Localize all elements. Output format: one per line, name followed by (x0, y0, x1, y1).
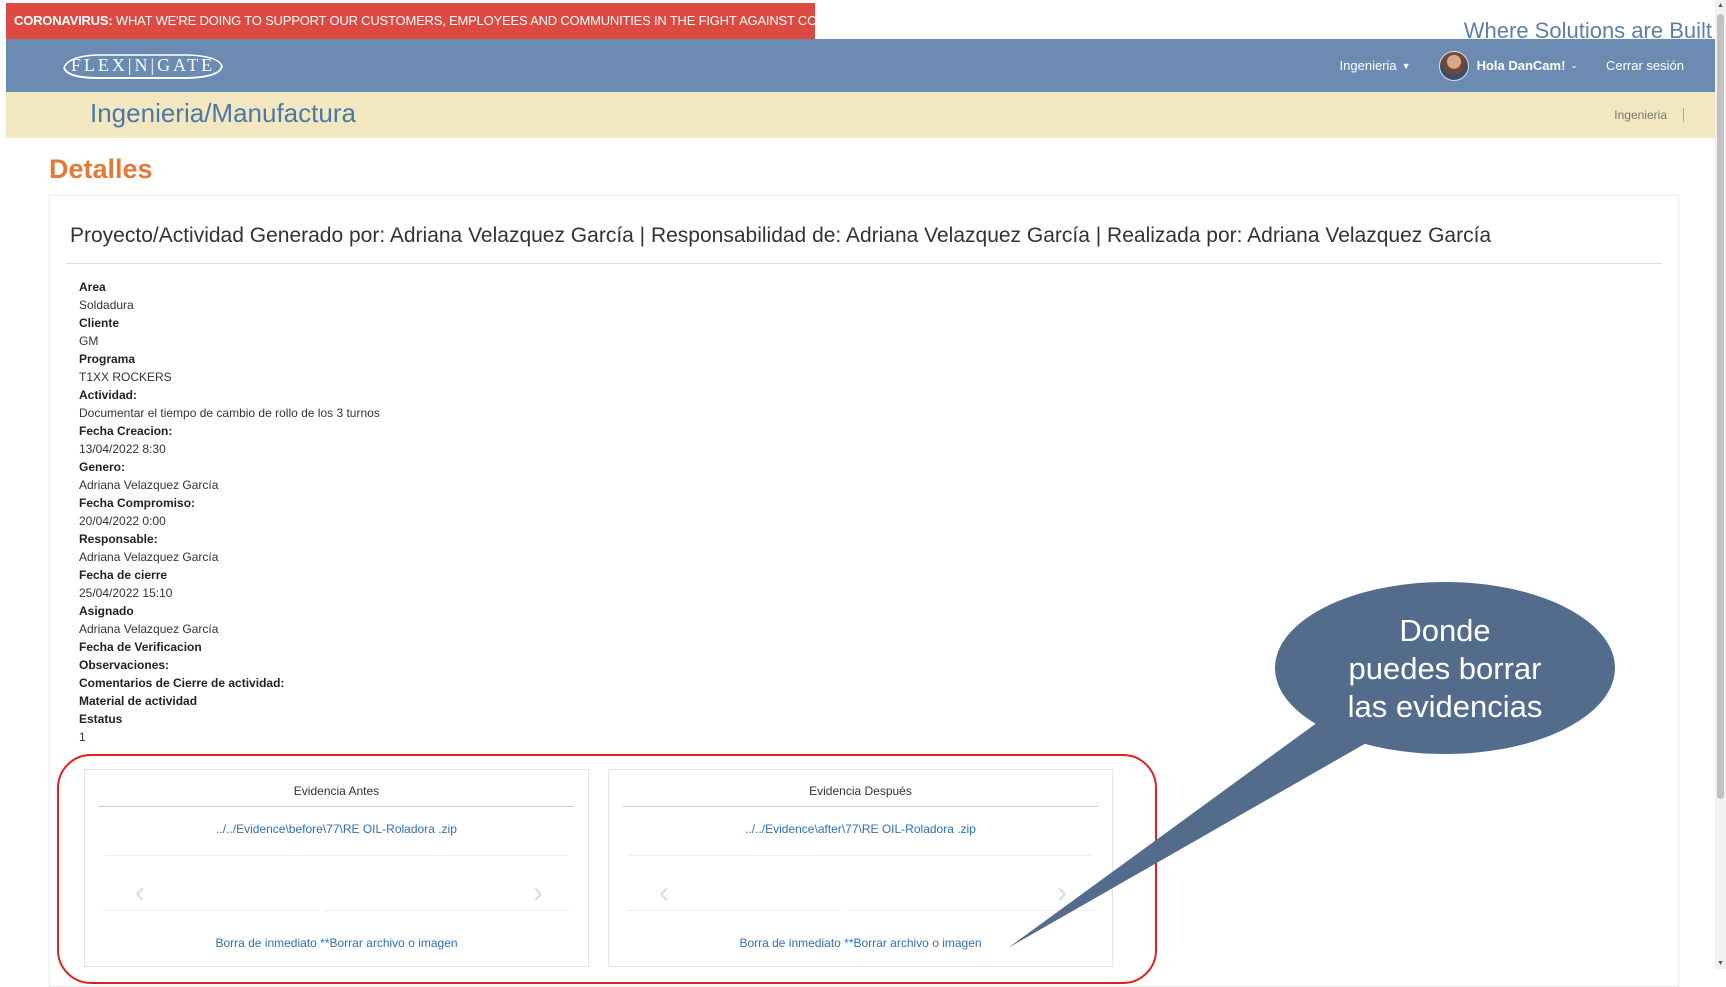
navbar-right: Ingenieria ▼ Hola DanCam! ⌄ Cerrar sesió… (1340, 39, 1720, 92)
field-label: Fecha Creacion: (79, 424, 173, 438)
field-label: Material de actividad (79, 694, 198, 708)
panel-title: Proyecto/Actividad Generado por: Adriana… (70, 224, 1492, 247)
logo-text: FLEX|N|GATE (70, 55, 216, 75)
covid-banner[interactable]: CORONAVIRUS: WHAT WE'RE DOING TO SUPPORT… (6, 3, 815, 39)
field-value: 25/04/2022 15:10 (79, 586, 173, 600)
covid-banner-text: WHAT WE'RE DOING TO SUPPORT OUR CUSTOMER… (115, 13, 815, 28)
highlight-frame (57, 754, 1157, 984)
field-label: Genero: (79, 460, 126, 474)
user-dropdown[interactable]: Hola DanCam! ⌄ (1438, 50, 1578, 81)
caret-down-icon: ▼ (1401, 60, 1411, 71)
breadcrumb-ingenieria[interactable]: Ingenieria (1614, 108, 1684, 122)
field-value: 20/04/2022 0:00 (79, 514, 166, 528)
field-label: Comentarios de Cierre de actividad: (79, 676, 285, 690)
callout-text: Donde puedes borrar las evidencias (1275, 612, 1615, 726)
page-title: Detalles (49, 154, 153, 184)
logout-link[interactable]: Cerrar sesión (1606, 58, 1684, 73)
field-value: 1 (79, 730, 86, 744)
callout-line-1: Donde (1399, 613, 1491, 648)
callout-line-2: puedes borrar (1348, 651, 1542, 686)
field-value: 13/04/2022 8:30 (79, 442, 166, 456)
callout-line-3: las evidencias (1347, 689, 1543, 724)
top-navbar: FLEX|N|GATE Ingenieria ▼ Hola DanCam! ⌄ … (6, 39, 1720, 92)
avatar (1438, 50, 1469, 81)
scroll-up-icon[interactable]: ▲ (1716, 2, 1725, 9)
field-label: Estatus (79, 712, 123, 726)
field-value: Adriana Velazquez García (79, 550, 219, 564)
field-value: Adriana Velazquez García (79, 478, 219, 492)
field-label: Programa (79, 352, 136, 366)
field-label: Cliente (79, 316, 120, 330)
chevron-down-icon: ⌄ (1570, 60, 1578, 70)
sub-header: Ingenieria/Manufactura Ingenieria (6, 92, 1720, 138)
vertical-scrollbar[interactable]: ▲ ▼ (1715, 0, 1726, 969)
field-label: Area (79, 280, 106, 294)
field-label: Asignado (79, 604, 134, 618)
user-greeting: Hola DanCam! (1476, 58, 1566, 73)
divider (66, 263, 1662, 264)
scroll-thumb[interactable] (1717, 14, 1724, 799)
field-label: Fecha Compromiso: (79, 496, 196, 510)
field-value: T1XX ROCKERS (79, 370, 172, 384)
field-value: Documentar el tiempo de cambio de rollo … (79, 406, 380, 420)
ingenieria-dropdown[interactable]: Ingenieria ▼ (1340, 58, 1411, 73)
ingenieria-dropdown-label: Ingenieria (1339, 58, 1397, 73)
page-section-title: Ingenieria/Manufactura (90, 98, 356, 128)
field-value: Soldadura (79, 298, 134, 312)
field-value: GM (79, 334, 99, 348)
field-label: Observaciones: (79, 658, 170, 672)
field-label: Responsable: (79, 532, 158, 546)
flexngate-logo[interactable]: FLEX|N|GATE (58, 50, 228, 82)
details-fields: Area Soldadura Cliente GM Programa T1XX ROCKE… (79, 278, 380, 746)
covid-banner-prefix: CORONAVIRUS: (14, 13, 113, 28)
field-label: Actividad: (79, 388, 138, 402)
scroll-down-icon[interactable]: ▼ (1716, 960, 1725, 967)
field-label: Fecha de cierre (79, 568, 168, 582)
field-label: Fecha de Verificacion (79, 640, 202, 654)
field-value: Adriana Velazquez García (79, 622, 219, 636)
